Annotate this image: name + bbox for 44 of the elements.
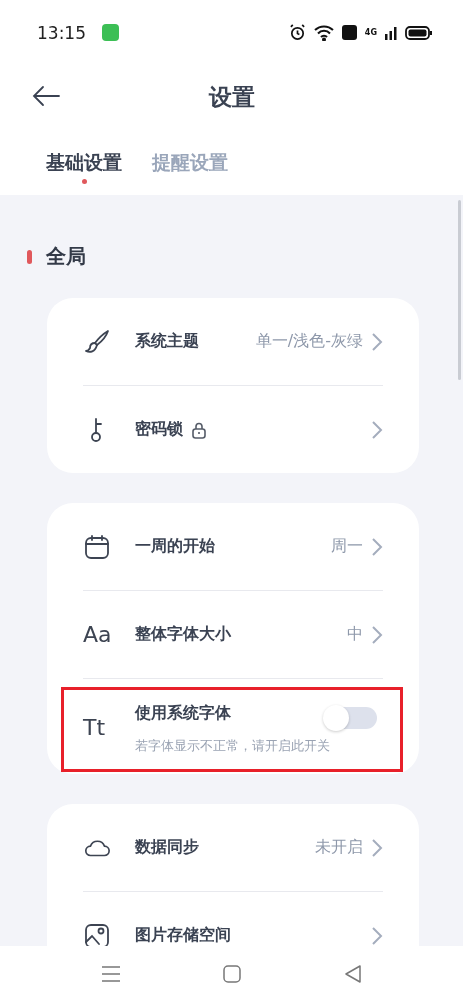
image-icon [83,921,111,946]
settings-row[interactable]: 一周的开始 周一 [83,503,383,590]
calendar-icon [83,532,111,561]
chevron-icon [371,536,383,557]
chevron-icon [371,419,383,440]
status-time: 13:15 [37,22,86,43]
paintbrush-icon [83,327,111,356]
row-value: 未开启 [315,837,363,858]
back-arrow-icon [32,85,60,107]
font-size-icon: Tt [83,715,106,740]
row-value: 单一/浅色-灰绿 [255,331,363,352]
settings-row[interactable]: 系统主题 单一/浅色-灰绿 [83,298,383,385]
home-icon[interactable] [223,964,242,983]
menu-icon[interactable] [101,964,122,983]
settings-row[interactable]: Aa 整体字体大小 中 [83,590,383,678]
row-label: 数据同步 [135,837,199,858]
row-label: 整体字体大小 [135,624,231,645]
row-label: 图片存储空间 [135,925,231,946]
row-label: 系统主题 [135,331,199,352]
section-title: 全局 [46,243,86,270]
alarm-icon [288,24,306,41]
settings-row[interactable]: 密码锁 [83,385,383,473]
row-label: 密码锁 [135,419,183,440]
row-label: 一周的开始 [135,536,215,557]
battery-icon [405,25,433,40]
section-marker [27,249,32,264]
settings-row[interactable]: 数据同步 未开启 [83,804,383,891]
page-title: 设置 [208,83,255,112]
app-notification-icon [102,24,119,41]
row-value: 周一 [331,536,363,557]
chevron-icon [371,331,383,352]
back-nav-icon[interactable] [343,964,362,983]
network-type: 4G [364,28,377,37]
chevron-icon [371,925,383,946]
hd-icon [341,25,357,40]
wifi-icon [313,24,334,41]
chevron-icon [371,624,383,645]
signal-icon [385,25,397,40]
row-hint: 若字体显示不正常，请开启此开关 [135,738,330,755]
chevron-icon [371,837,383,858]
tab[interactable]: 基础设置 [46,150,122,184]
row-label: 使用系统字体 [135,703,232,724]
font-size-icon: Aa [83,622,112,647]
row-value: 中 [347,624,363,645]
